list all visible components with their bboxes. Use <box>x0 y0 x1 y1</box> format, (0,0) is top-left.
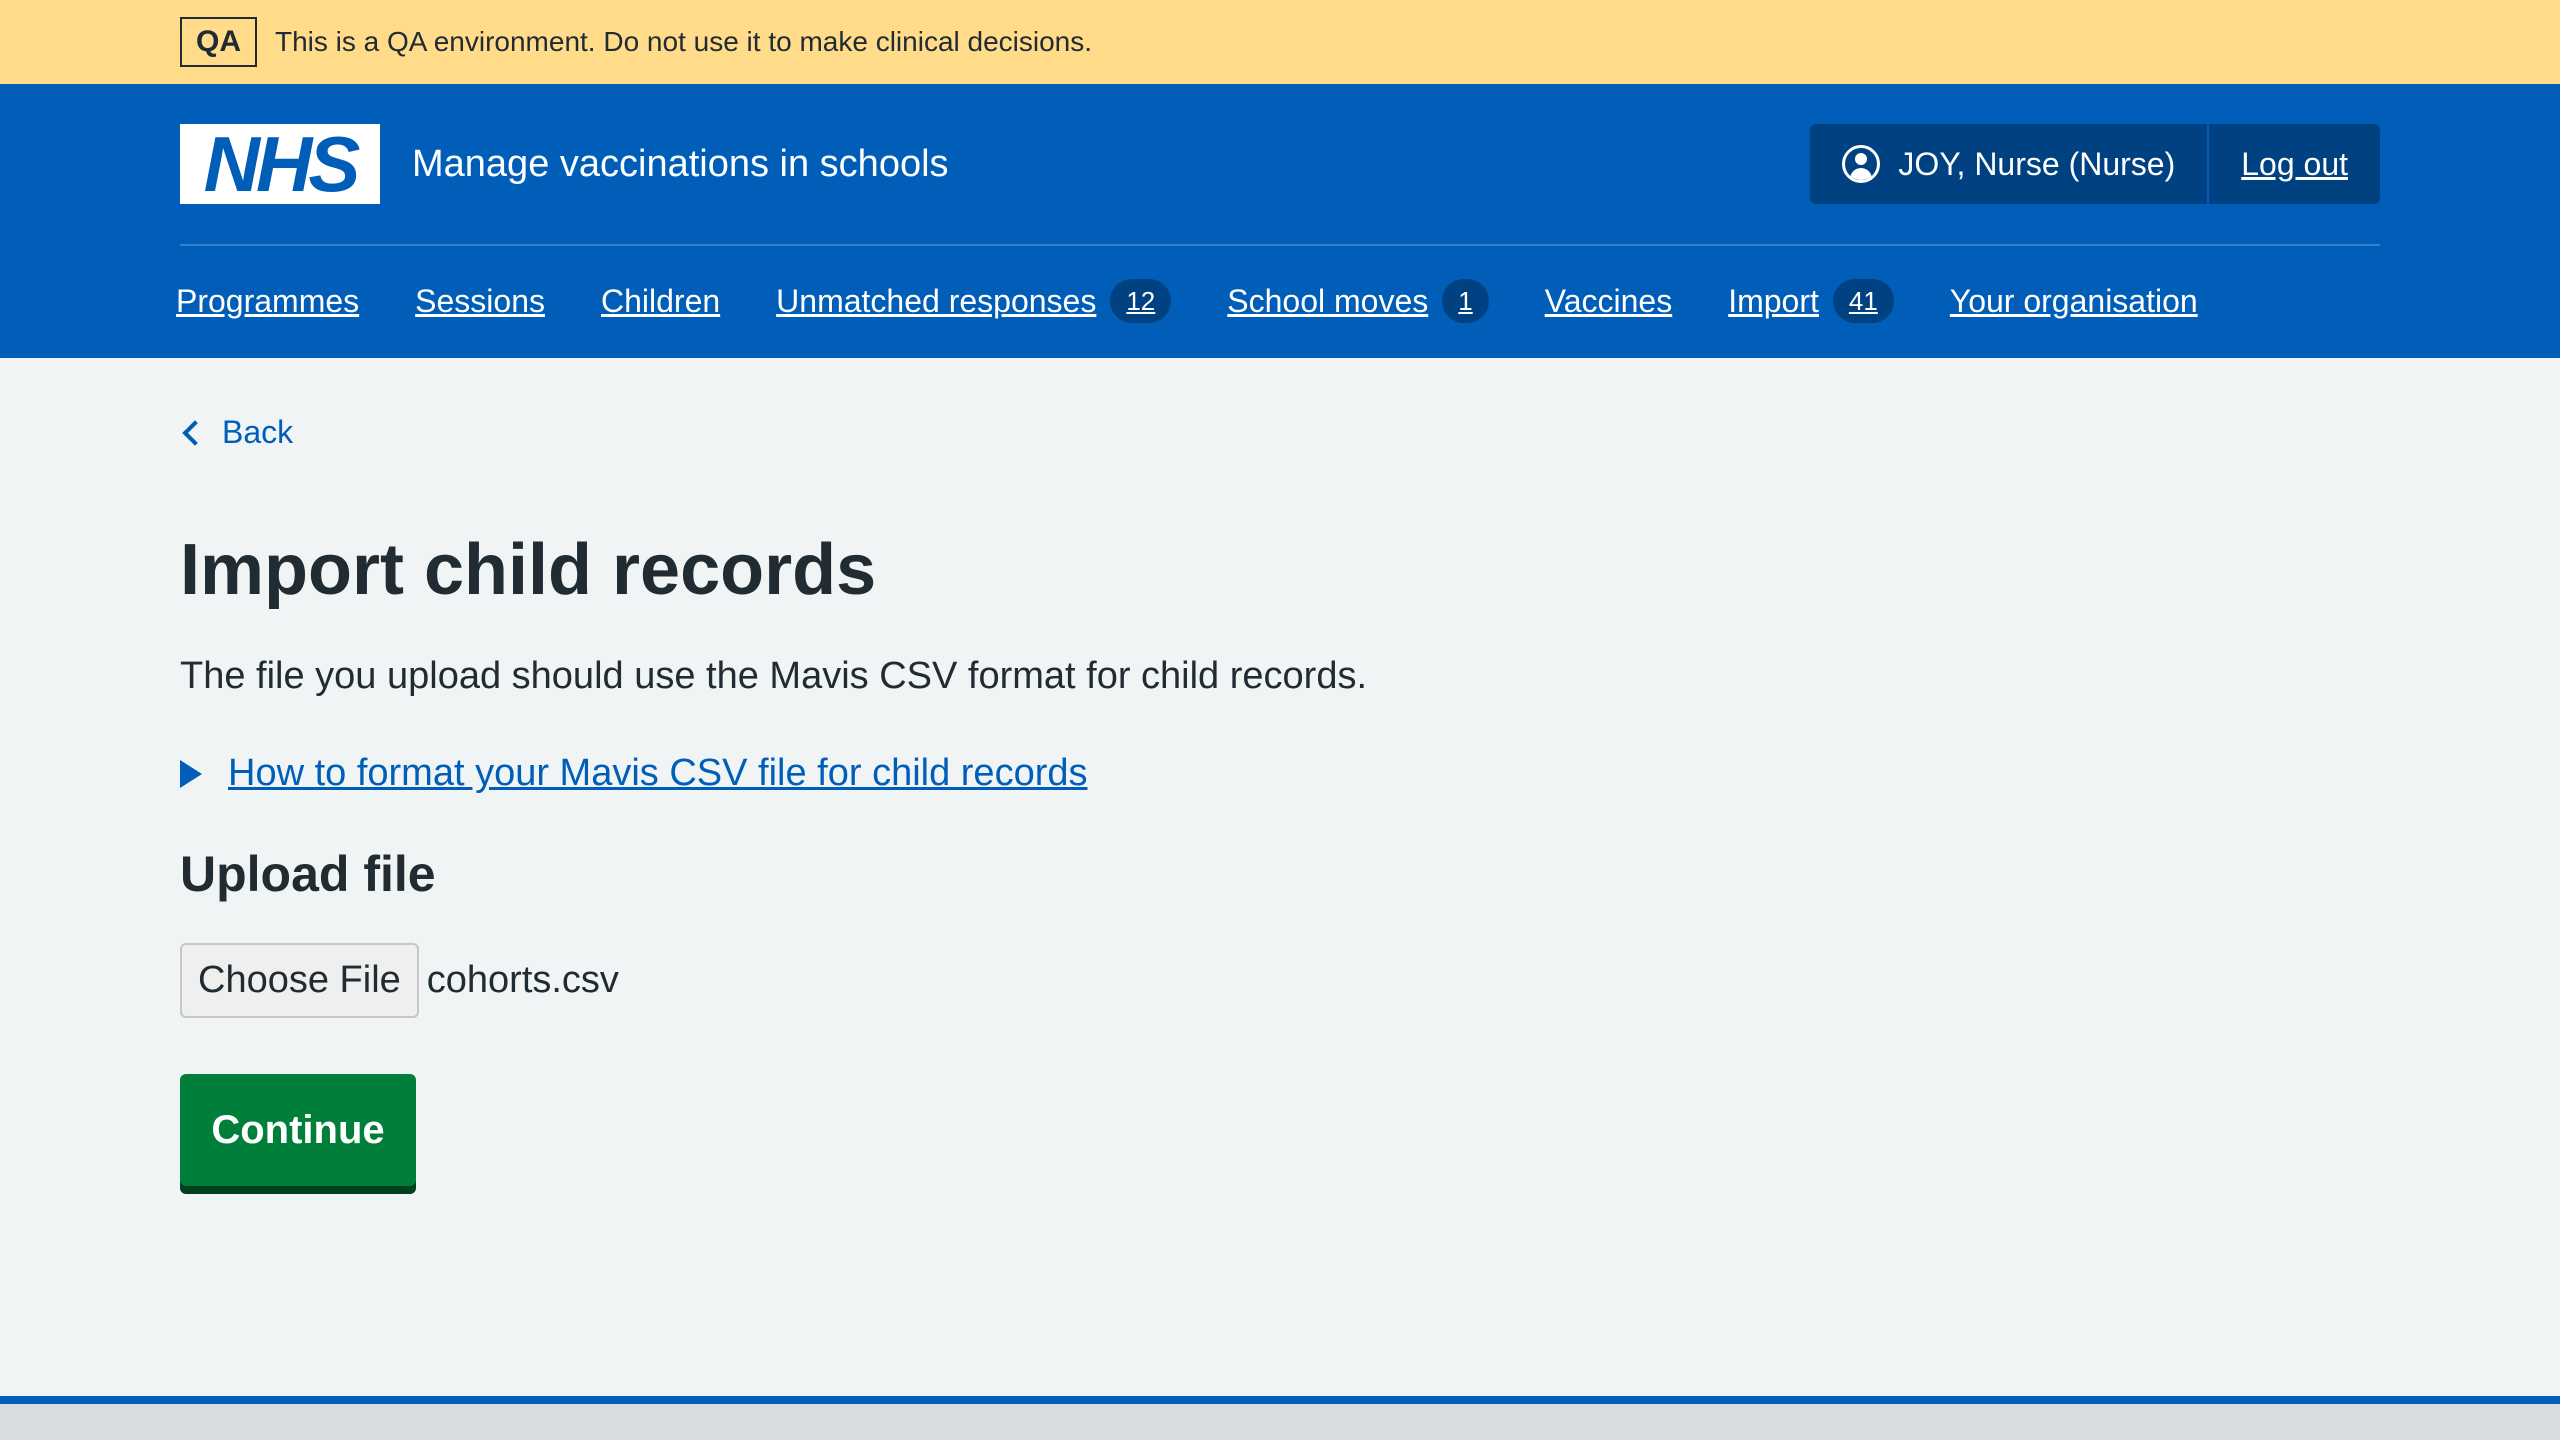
intro-text: The file you upload should use the Mavis… <box>180 655 1368 698</box>
file-input: Choose File cohorts.csv <box>180 943 2380 1019</box>
qa-tag: QA <box>180 17 257 67</box>
page-title: Import child records <box>180 530 877 610</box>
count-badge: 41 <box>1832 279 1894 323</box>
nav-label: Your organisation <box>1949 282 2198 319</box>
upload-heading: Upload file <box>180 846 436 903</box>
nav-item-import[interactable]: Import 41 <box>1728 279 1894 323</box>
account-user: JOY, Nurse (Nurse) <box>1810 124 2210 204</box>
count-badge: 12 <box>1110 279 1172 323</box>
qa-banner-text: This is a QA environment. Do not use it … <box>275 26 1093 57</box>
account-bar: JOY, Nurse (Nurse) Log out <box>1810 124 2380 204</box>
nhs-logo-text: NHS <box>203 120 361 208</box>
main-content: Back Import child records The file you u… <box>180 414 2380 1187</box>
qa-banner: QA This is a QA environment. Do not use … <box>0 0 2560 84</box>
nav-item-children[interactable]: Children <box>601 283 720 320</box>
account-user-label: JOY, Nurse (Nurse) <box>1898 145 2176 182</box>
nav-label: Children <box>601 282 721 319</box>
back-link[interactable]: Back <box>180 414 2380 451</box>
continue-button[interactable]: Continue <box>180 1074 416 1187</box>
count-badge: 1 <box>1442 279 1489 323</box>
nav-item-unmatched-responses[interactable]: Unmatched responses 12 <box>776 279 1172 323</box>
nav-label: Sessions <box>415 282 545 319</box>
nav-label: Vaccines <box>1544 282 1673 319</box>
site-footer <box>0 1396 2560 1440</box>
selected-file-name: cohorts.csv <box>426 959 619 1002</box>
nav-label: Unmatched responses <box>776 282 1097 319</box>
nav-item-school-moves[interactable]: School moves 1 <box>1227 279 1489 323</box>
chevron-left-icon <box>182 419 208 446</box>
choose-file-button[interactable]: Choose File <box>180 943 419 1019</box>
details-summary-label: How to format your Mavis CSV file for ch… <box>228 752 1088 795</box>
primary-nav: Programmes Sessions Children Unmatched r… <box>176 246 2380 356</box>
site-header: NHS Manage vaccinations in schools JOY, … <box>0 84 2560 358</box>
nhs-logo[interactable]: NHS <box>180 124 380 204</box>
triangle-right-icon <box>180 759 202 788</box>
user-circle-icon <box>1842 145 1881 183</box>
nav-label: Programmes <box>176 282 360 319</box>
back-link-label: Back <box>222 414 294 450</box>
nav-item-your-organisation[interactable]: Your organisation <box>1950 283 2198 320</box>
nav-label: Import <box>1728 282 1819 319</box>
nav-item-sessions[interactable]: Sessions <box>415 283 545 320</box>
nav-item-vaccines[interactable]: Vaccines <box>1545 283 1672 320</box>
nav-item-programmes[interactable]: Programmes <box>176 283 359 320</box>
format-details-toggle[interactable]: How to format your Mavis CSV file for ch… <box>180 752 2380 795</box>
service-name[interactable]: Manage vaccinations in schools <box>412 143 949 186</box>
nav-label: School moves <box>1227 282 1429 319</box>
logout-link[interactable]: Log out <box>2209 124 2380 204</box>
